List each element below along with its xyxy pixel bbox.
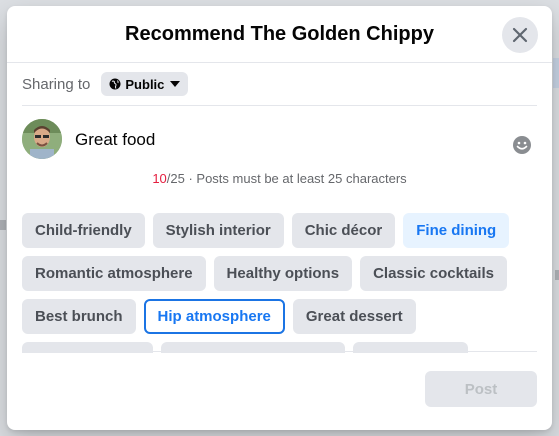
sharing-label: Sharing to [22,75,91,93]
tag-chip[interactable]: Great dessert [292,299,416,334]
tag-chip[interactable]: Classic cocktails [360,256,507,291]
tag-chip[interactable]: Child-friendly [22,213,145,248]
sharing-row: Sharing to Public [22,72,189,96]
dialog-header: Recommend The Golden Chippy [7,6,552,63]
tag-chip[interactable]: Stylish interior [152,213,284,248]
counter-current: 10 [152,171,167,186]
character-counter: 10/25 · Posts must be at least 25 charac… [7,171,552,186]
counter-hint: /25 · Posts must be at least 25 characte… [166,171,407,186]
tag-chip[interactable]: Best brunch [22,299,136,334]
caret-down-icon [170,81,181,87]
tag-chips: Child-friendly Stylish interior Chic déc… [22,213,541,353]
tag-chip[interactable]: Chic décor [291,213,396,248]
emoji-icon [513,136,531,154]
tag-chip-selected[interactable]: Fine dining [403,213,510,248]
post-text-input[interactable]: Great food [75,130,155,150]
background-element [553,58,559,88]
privacy-label: Public [125,76,165,92]
dialog-title: Recommend The Golden Chippy [125,23,434,45]
chip-row: Best brunch Hip atmosphere Great dessert [22,299,541,334]
emoji-button[interactable] [512,135,532,155]
divider [22,351,537,352]
privacy-selector[interactable]: Public [101,72,189,96]
background-element [555,270,559,280]
tag-chip[interactable]: Healthy options [213,256,353,291]
recommend-dialog: Recommend The Golden Chippy Sharing to P… [7,6,552,430]
close-button[interactable] [502,17,538,53]
tag-chip[interactable]: Romantic atmosphere [22,256,206,291]
chip-row: Child-friendly Stylish interior Chic déc… [22,213,541,248]
close-icon [512,27,528,43]
divider [22,105,537,106]
post-button[interactable]: Post [425,371,537,407]
avatar [22,119,62,159]
tag-chip-selected[interactable]: Hip atmosphere [143,299,285,334]
globe-icon [109,78,121,90]
background-element [0,220,6,230]
chip-row: Romantic atmosphere Healthy options Clas… [22,256,541,291]
